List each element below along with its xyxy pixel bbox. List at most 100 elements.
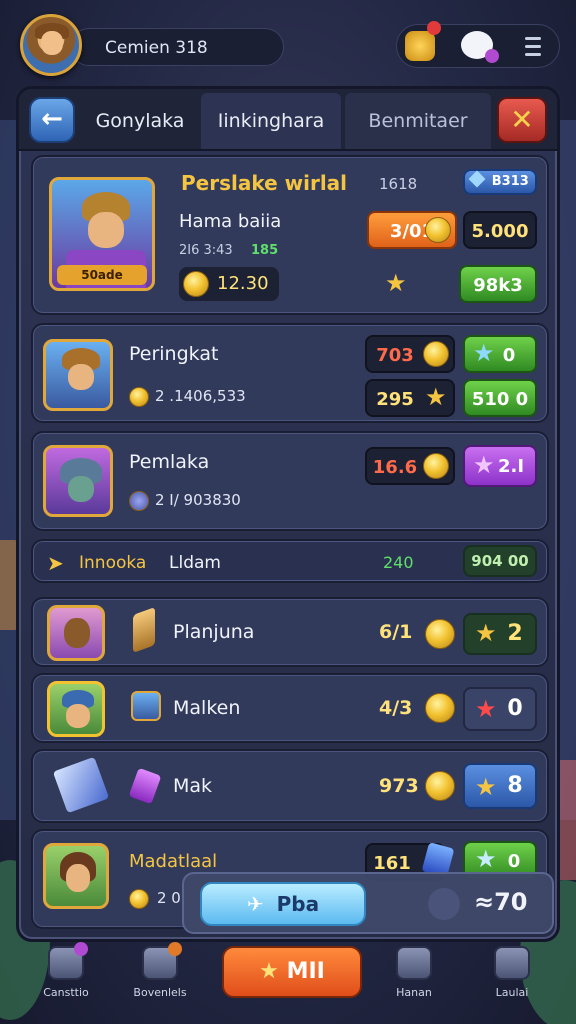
tab-benmitaer[interactable]: Benmitaer — [345, 93, 491, 149]
coin-icon — [129, 387, 149, 407]
tab-gonylaka[interactable]: Gonylaka — [85, 93, 195, 149]
section-title: Innooka — [79, 553, 147, 573]
plane-icon: ✈ — [246, 892, 264, 916]
row-name: Pemlaka — [129, 451, 210, 473]
nav-hanan[interactable]: Hanan — [374, 946, 454, 1016]
star-icon: ★ — [425, 383, 447, 411]
star-icon: ★ — [475, 619, 497, 647]
gear-icon — [494, 946, 530, 980]
main-panel: ← Gonylaka Iinkinghara Benmitaer ✕ 50ade… — [16, 86, 560, 942]
list-item[interactable]: Mak 973 8 ★ — [31, 749, 549, 823]
item-sub: 2 0 — [157, 889, 181, 907]
nav-laulai[interactable]: Laulai — [472, 946, 552, 1016]
nav-label: Bovenlels — [133, 986, 187, 999]
item-name: Madatlaal — [129, 851, 218, 872]
star-icon: ★ — [473, 339, 495, 367]
featured-badge[interactable]: B313 — [463, 169, 537, 195]
portrait-small-icon — [131, 691, 161, 721]
crystal-icon — [133, 606, 155, 654]
item-value: 973 — [379, 775, 419, 797]
featured-card[interactable]: 50ade Perslake wirlal Hama baiia 2I6 3:4… — [31, 155, 549, 315]
coin-icon — [425, 771, 455, 801]
star-icon: ★ — [475, 695, 497, 723]
player-name: Cemien 318 — [105, 38, 208, 58]
popup-button[interactable]: ✈ Pba — [200, 882, 366, 926]
reward-popup: ✈ Pba ≈70 — [182, 872, 554, 934]
featured-subtitle: Hama baiia — [179, 211, 282, 232]
section-header: ➤ Innooka Lldam 240 904 00 — [31, 539, 549, 583]
back-button[interactable]: ← — [29, 97, 75, 143]
item-portrait — [43, 843, 109, 909]
top-bar: Cemien 318 — [0, 0, 576, 88]
featured-top-right-text: 1618 — [379, 175, 418, 193]
trophy-icon[interactable] — [405, 31, 435, 61]
featured-badge-label: B313 — [491, 174, 529, 189]
list-item[interactable]: Planjuna 6/1 2 ★ — [31, 597, 549, 667]
section-title2: Lldam — [169, 553, 221, 573]
item-portrait — [47, 681, 105, 737]
row-sub: 2 .1406,533 — [155, 387, 246, 405]
coin-icon — [183, 271, 209, 297]
featured-coin-box: 12.30 — [179, 267, 279, 301]
tab-bar: ← Gonylaka Iinkinghara Benmitaer ✕ — [19, 89, 557, 151]
arrow-left-icon: ← — [41, 104, 63, 134]
coin-icon — [423, 453, 449, 479]
portrait-label: 50ade — [57, 265, 147, 285]
coin-icon — [425, 217, 451, 243]
top-right-group — [396, 21, 560, 68]
crystal-icon — [52, 756, 110, 814]
bottom-nav: Cansttio Bovenlels ★ MII Hanan Laulai — [16, 942, 560, 1020]
nav-label: Hanan — [396, 986, 432, 999]
coin-icon — [423, 341, 449, 367]
row-portrait — [43, 339, 113, 411]
list-item[interactable]: Pemlaka 2 I/ 903830 16.6 2.I ★ — [31, 431, 549, 531]
close-icon: ✕ — [510, 103, 534, 136]
item-value: 4/3 — [379, 697, 413, 719]
main-action-label: MII — [286, 959, 325, 984]
notification-badge — [427, 21, 441, 35]
cloud-badge — [485, 49, 499, 63]
main-action-button[interactable]: ★ MII — [222, 946, 362, 998]
nav-label: Cansttio — [43, 986, 89, 999]
coin-icon — [425, 619, 455, 649]
tab-iinkinghara[interactable]: Iinkinghara — [201, 93, 341, 149]
item-portrait — [47, 605, 105, 661]
gem-icon — [129, 491, 149, 511]
item-name: Mak — [173, 775, 213, 797]
item-name: Planjuna — [173, 621, 255, 643]
list-item[interactable]: Malken 4/3 0 ★ — [31, 673, 549, 743]
coin-placeholder-icon — [428, 888, 460, 920]
star-icon: ★ — [259, 959, 279, 984]
nav-bovenlels[interactable]: Bovenlels — [120, 942, 200, 1016]
chest-icon — [142, 942, 182, 980]
featured-stats-green: 185 — [251, 243, 279, 258]
popup-button-label: Pba — [276, 892, 320, 916]
row-sub: 2 I/ 903830 — [155, 491, 241, 509]
menu-icon[interactable] — [525, 37, 541, 57]
star-icon: ★ — [475, 845, 497, 873]
row-val4[interactable]: 510 0 — [463, 379, 537, 417]
star-icon: ★ — [473, 451, 495, 479]
section-value[interactable]: 904 00 — [463, 545, 537, 577]
nav-label: Laulai — [495, 986, 529, 999]
star-icon: ★ — [385, 269, 407, 297]
section-green: 240 — [383, 553, 414, 572]
sword-icon — [396, 946, 432, 980]
player-name-box[interactable]: Cemien 318 — [70, 28, 284, 66]
featured-stats: 2I6 3:43 — [179, 243, 233, 258]
featured-green-value[interactable]: 98k3 — [459, 265, 537, 303]
item-name: Malken — [173, 697, 241, 719]
featured-price-dark[interactable]: 5.000 — [463, 211, 537, 249]
arrow-right-icon: ➤ — [47, 551, 64, 575]
row-name: Peringkat — [129, 343, 219, 365]
featured-title: Perslake wirlal — [181, 171, 348, 195]
featured-coin-value: 12.30 — [217, 273, 269, 294]
map-icon — [48, 942, 88, 980]
player-avatar[interactable] — [20, 14, 82, 76]
row-portrait — [43, 445, 113, 517]
nav-cansttio[interactable]: Cansttio — [26, 942, 106, 1016]
item-value: 6/1 — [379, 621, 413, 643]
close-button[interactable]: ✕ — [497, 97, 547, 143]
gem-icon — [468, 170, 486, 188]
list-item[interactable]: Peringkat 2 .1406,533 703 0 ★ 295 ★ 510 … — [31, 323, 549, 423]
